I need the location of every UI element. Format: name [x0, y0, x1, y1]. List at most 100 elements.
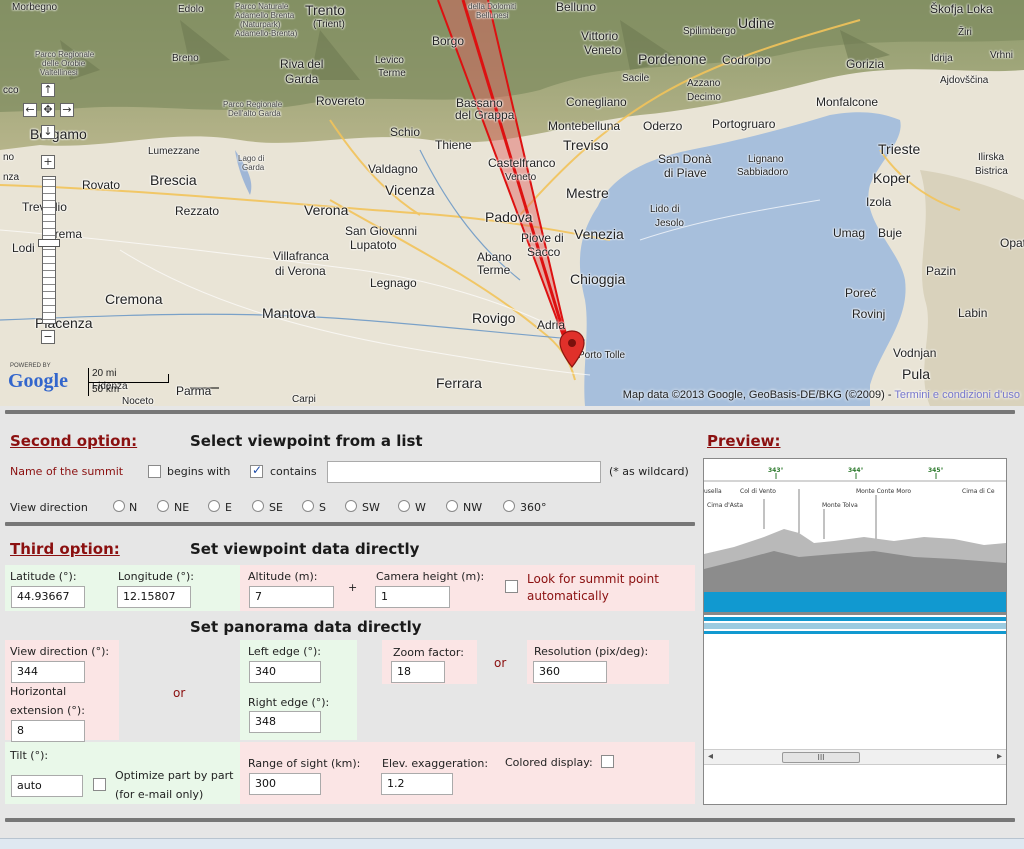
pan-down-button[interactable]: ↓ — [41, 125, 55, 139]
preview-horizontal-scrollbar[interactable]: ◂ III ▸ — [704, 749, 1006, 765]
scroll-right-arrow-icon[interactable]: ▸ — [997, 751, 1002, 762]
direction-label-sw: SW — [362, 501, 380, 514]
direction-radio-sw[interactable] — [345, 500, 357, 512]
resolution-input[interactable]: 360 — [533, 661, 607, 683]
map-label-cremona: Cremona — [105, 291, 163, 307]
tilt-input[interactable]: auto — [11, 775, 83, 797]
optimize-checkbox[interactable] — [93, 778, 106, 791]
second-option-heading: Select viewpoint from a list — [190, 432, 423, 450]
summit-name-input[interactable] — [327, 461, 601, 483]
left-edge-input[interactable]: 340 — [249, 661, 321, 683]
horizontal-label-1: Horizontal — [10, 685, 67, 698]
map-label-mantova: Mantova — [262, 305, 316, 321]
look-summit-checkbox[interactable] — [505, 580, 518, 593]
preview-degree-345: 345° — [928, 467, 944, 474]
map-label-veneto: Veneto — [584, 43, 622, 57]
direction-radio-n[interactable] — [113, 500, 125, 512]
latitude-input[interactable]: 44.93667 — [11, 586, 85, 608]
map-label-riva: Riva del — [280, 57, 324, 71]
preview-panel[interactable]: 343° 344° 345° usella Col di Vento Cima … — [703, 458, 1007, 805]
preview-peak-label: Monte Conte Moro — [856, 488, 912, 495]
direction-radio-se[interactable] — [252, 500, 264, 512]
horizontal-label-2: extension (°): — [10, 704, 85, 717]
latitude-label: Latitude (°): — [10, 570, 77, 583]
pan-left-button[interactable]: ← — [23, 103, 37, 117]
contains-checkbox[interactable] — [250, 463, 263, 478]
zoom-factor-label: Zoom factor: — [393, 646, 464, 659]
map-label-di-verona: di Verona — [275, 264, 326, 278]
scroll-left-arrow-icon[interactable]: ◂ — [708, 751, 713, 762]
map-label-pazin: Pazin — [926, 264, 957, 278]
map-label-treviso: Treviso — [563, 137, 609, 153]
map-label-parco-orobie: Parco Regionale — [35, 50, 95, 59]
or-label-1: or — [173, 686, 186, 700]
resolution-label: Resolution (pix/deg): — [534, 645, 649, 658]
colored-display-checkbox[interactable] — [601, 755, 614, 768]
contains-label: contains — [270, 465, 317, 478]
preview-degree-343: 343° — [768, 467, 784, 474]
map-label-rovinj: Rovinj — [852, 307, 886, 321]
begins-with-checkbox[interactable] — [148, 465, 161, 478]
direction-radio-nw[interactable] — [446, 500, 458, 512]
map-label-venezia: Venezia — [574, 226, 624, 242]
map-label-sacile: Sacile — [622, 73, 650, 84]
scrollbar-thumb[interactable]: III — [782, 752, 860, 763]
map-label-thiene: Thiene — [435, 138, 472, 152]
right-edge-input[interactable]: 348 — [249, 711, 321, 733]
view-dir-input[interactable]: 344 — [11, 661, 85, 683]
second-option-title: Second option: — [10, 432, 138, 450]
map-label-lodi: Lodi — [12, 241, 35, 255]
horizontal-extension-input[interactable]: 8 — [11, 720, 85, 742]
map-label-opat: Opat — [1000, 236, 1024, 250]
pan-center-button[interactable]: ✥ — [41, 103, 55, 117]
longitude-input[interactable]: 12.15807 — [117, 586, 191, 608]
longitude-label: Longitude (°): — [118, 570, 194, 583]
pan-right-button[interactable]: → — [60, 103, 74, 117]
map-label-sacco: Sacco — [527, 245, 561, 259]
map-label-ferrara: Ferrara — [436, 375, 482, 391]
right-edge-label: Right edge (°): — [248, 696, 330, 709]
divider — [5, 410, 1015, 414]
pan-up-button[interactable]: ↑ — [41, 83, 55, 97]
direction-radio-360[interactable] — [503, 500, 515, 512]
range-label: Range of sight (km): — [248, 757, 361, 770]
zoom-slider-thumb[interactable] — [38, 239, 60, 247]
direction-label-w: W — [415, 501, 426, 514]
map-label-lago-garda: Garda — [242, 163, 265, 172]
direction-label-ne: NE — [174, 501, 190, 514]
view-dir-label: View direction (°): — [10, 645, 110, 658]
map-label-valdagno: Valdagno — [368, 162, 418, 176]
map-label-lido: Lido di — [650, 204, 680, 215]
colored-display-label: Colored display: — [505, 756, 593, 769]
map-label-mestre: Mestre — [566, 185, 609, 201]
elev-exaggeration-input[interactable]: 1.2 — [381, 773, 453, 795]
zoom-factor-input[interactable]: 18 — [391, 661, 445, 683]
zoom-out-button[interactable]: − — [41, 330, 55, 344]
map-view[interactable]: Morbegno Edolo Parco Naturale Adamello B… — [0, 0, 1024, 406]
map-label-vodnjan: Vodnjan — [893, 346, 937, 360]
map-label-ziri: Žiri — [958, 27, 972, 38]
map-label-alto-garda: Dell'alto Garda — [228, 109, 281, 118]
map-label-brescia: Brescia — [150, 172, 197, 188]
altitude-input[interactable]: 7 — [249, 586, 334, 608]
direction-radio-s[interactable] — [302, 500, 314, 512]
map-marker-pin-icon[interactable] — [559, 330, 585, 368]
camera-height-input[interactable]: 1 — [375, 586, 450, 608]
zoom-slider-track[interactable] — [42, 176, 56, 324]
divider — [5, 818, 1015, 822]
map-label-rovigo: Rovigo — [472, 310, 516, 326]
scale-km: 50 km — [92, 384, 120, 395]
map-label-lupatoto: Lupatoto — [350, 238, 397, 252]
map-label-piove: Piove di — [521, 231, 564, 245]
direction-radio-ne[interactable] — [157, 500, 169, 512]
range-input[interactable]: 300 — [249, 773, 321, 795]
zoom-in-button[interactable]: + — [41, 155, 55, 169]
terms-link[interactable]: Termini e condizioni d'uso — [894, 389, 1020, 401]
direction-radio-w[interactable] — [398, 500, 410, 512]
google-logo[interactable]: Google — [8, 370, 68, 393]
map-label-oderzo: Oderzo — [643, 119, 683, 133]
summit-name-label: Name of the summit — [10, 465, 124, 478]
preview-peak-label: Monte Tolva — [822, 502, 858, 509]
map-label-trient: (Trient) — [313, 19, 345, 30]
direction-radio-e[interactable] — [208, 500, 220, 512]
